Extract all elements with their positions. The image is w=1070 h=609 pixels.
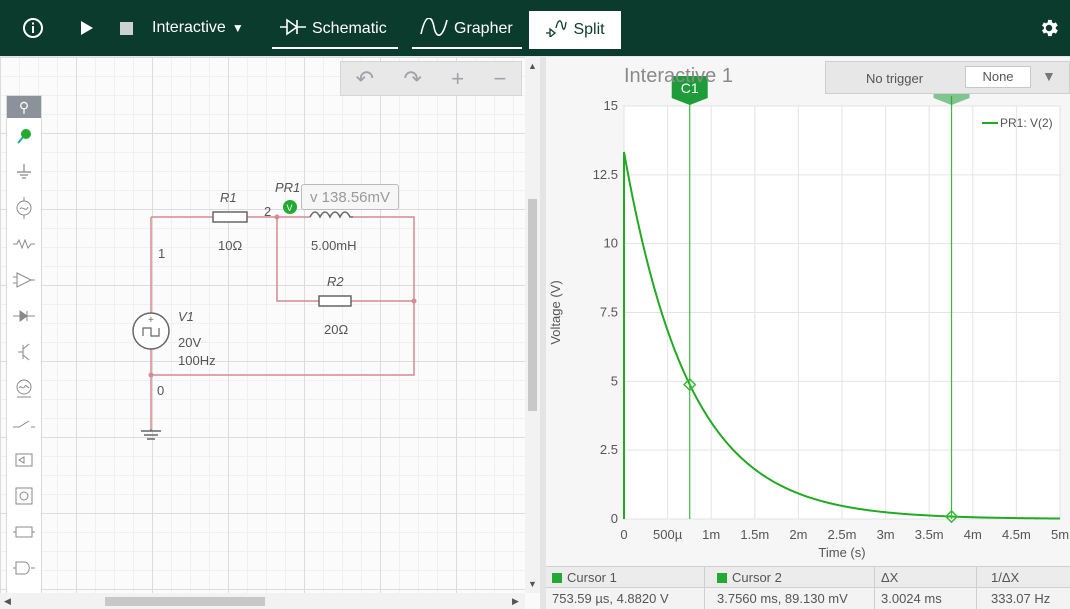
y-axis-label: Voltage (V) xyxy=(548,280,563,344)
schematic-panel: ↶ ↷ + − ⚲ + V R1 10Ω R2 20Ω 5.00mH V1 20… xyxy=(0,57,540,609)
cursor1-header-label: Cursor 1 xyxy=(567,570,617,585)
x-tick-label: 3m xyxy=(877,527,895,542)
x-tick-label: 0 xyxy=(620,527,627,542)
resistor-r1 xyxy=(212,211,248,223)
inverse-delta-x-value: 333.07 Hz xyxy=(991,591,1051,606)
trigger-label: No trigger xyxy=(866,71,924,86)
scroll-up-icon[interactable]: ▲ xyxy=(528,61,537,71)
y-tick-label: 5 xyxy=(611,373,618,388)
svg-text:V: V xyxy=(287,203,293,213)
graph-title: Interactive 1 xyxy=(624,65,733,87)
svg-text:+: + xyxy=(148,315,154,326)
x-tick-label: 3.5m xyxy=(915,527,944,542)
x-tick-label: 1.5m xyxy=(740,527,769,542)
tab-schematic[interactable]: Schematic xyxy=(272,11,398,49)
circuit-diagram: + V xyxy=(132,200,417,440)
cursor1-swatch xyxy=(552,572,562,583)
cursor2-header-label: Cursor 2 xyxy=(732,570,782,585)
inductor-l1 xyxy=(309,211,353,219)
r1-name: R1 xyxy=(220,190,237,205)
cursor-table-header: Cursor 1 Cursor 2 ΔX 1/ΔX xyxy=(546,566,1070,588)
node-0-label: 0 xyxy=(157,383,165,398)
y-tick-label: 2.5 xyxy=(600,442,618,457)
scroll-down-icon[interactable]: ▼ xyxy=(528,579,537,589)
y-tick-label: 0 xyxy=(611,511,618,526)
v1-name: V1 xyxy=(178,309,194,324)
play-icon[interactable] xyxy=(80,0,94,56)
info-icon[interactable] xyxy=(22,0,44,56)
tab-split-label: Split xyxy=(573,21,605,38)
x-tick-label: 4.5m xyxy=(1002,527,1031,542)
delta-x-header: ΔX xyxy=(875,567,977,588)
y-tick-label: 12.5 xyxy=(593,167,618,182)
cursor2-swatch xyxy=(717,572,727,583)
scroll-left-icon[interactable]: ◀ xyxy=(4,596,11,607)
top-toolbar: Interactive ▼ Schematic Grapher Split xyxy=(0,0,1070,57)
x-tick-label: 4m xyxy=(964,527,982,542)
split-icon xyxy=(545,19,568,42)
x-axis-label: Time (s) xyxy=(818,545,865,560)
tab-schematic-label: Schematic xyxy=(312,20,387,37)
chevron-down-icon: ▼ xyxy=(231,21,244,35)
cursor1-value: 753.59 µs, 4.8820 V xyxy=(546,588,705,609)
schematic-icon xyxy=(280,17,306,41)
r2-name: R2 xyxy=(327,274,344,289)
legend-label: PR1: V(2) xyxy=(1000,116,1053,130)
y-tick-label: 10 xyxy=(604,236,618,251)
r2-value: 20Ω xyxy=(324,322,349,337)
x-tick-label: 5m xyxy=(1051,527,1069,542)
probe-name: PR1 xyxy=(275,180,301,195)
gear-icon[interactable] xyxy=(1038,0,1060,56)
x-tick-label: 1m xyxy=(702,527,720,542)
inverse-delta-x-header: 1/ΔX xyxy=(991,570,1020,585)
scroll-right-icon[interactable]: ▶ xyxy=(512,596,519,607)
node-2-label: 2 xyxy=(264,204,272,219)
trigger-select[interactable]: None xyxy=(965,66,1031,88)
v1-frequency: 100Hz xyxy=(178,353,216,368)
stop-icon[interactable] xyxy=(120,0,133,56)
delta-x-value: 3.0024 ms xyxy=(875,588,977,609)
vertical-scroll-thumb[interactable] xyxy=(528,199,537,411)
voltage-plot[interactable]: 0 500µ 1m 1.5m 2m 2.5m 3m 3.5m 4m 4.5m 5m 0 2.5 5 7.5 1… xyxy=(546,57,1070,566)
cursor-table: Cursor 1 Cursor 2 ΔX 1/ΔX 753.59 µs, 4.8… xyxy=(546,566,1070,609)
v1-amplitude: 20V xyxy=(178,335,202,350)
x-tick-label: 2m xyxy=(789,527,807,542)
tab-grapher-label: Grapher xyxy=(454,20,513,37)
grapher-panel: 0 500µ 1m 1.5m 2m 2.5m 3m 3.5m 4m 4.5m 5m 0 2.5 5 7.5 1… xyxy=(546,57,1070,609)
r1-value: 10Ω xyxy=(218,238,243,253)
cursor-table-values: 753.59 µs, 4.8820 V 3.7560 ms, 89.130 mV… xyxy=(546,587,1070,609)
resistor-r2 xyxy=(318,295,352,307)
mode-dropdown[interactable]: Interactive ▼ xyxy=(152,0,244,56)
node-1-label: 1 xyxy=(158,246,166,261)
y-tick-label: 15 xyxy=(604,98,618,113)
tab-split[interactable]: Split xyxy=(529,11,621,49)
chevron-down-icon[interactable]: ▼ xyxy=(1042,68,1056,84)
x-tick-label: 500µ xyxy=(653,527,683,542)
trigger-control: No trigger None ▼ xyxy=(825,61,1070,94)
cursor2-header: Cursor 2 xyxy=(705,567,875,588)
l-value: 5.00mH xyxy=(311,238,357,253)
x-tick-label: 2.5m xyxy=(828,527,857,542)
y-tick-label: 7.5 xyxy=(600,305,618,320)
cursor2-value: 3.7560 ms, 89.130 mV xyxy=(705,588,875,609)
probe-readout: v 138.56mV xyxy=(301,184,399,210)
mode-label: Interactive xyxy=(152,19,226,36)
sine-icon xyxy=(420,16,448,41)
horizontal-scroll-thumb[interactable] xyxy=(105,597,265,606)
tab-grapher[interactable]: Grapher xyxy=(412,11,522,49)
cursor1-header: Cursor 1 xyxy=(546,567,705,588)
ground-symbol xyxy=(141,429,161,440)
